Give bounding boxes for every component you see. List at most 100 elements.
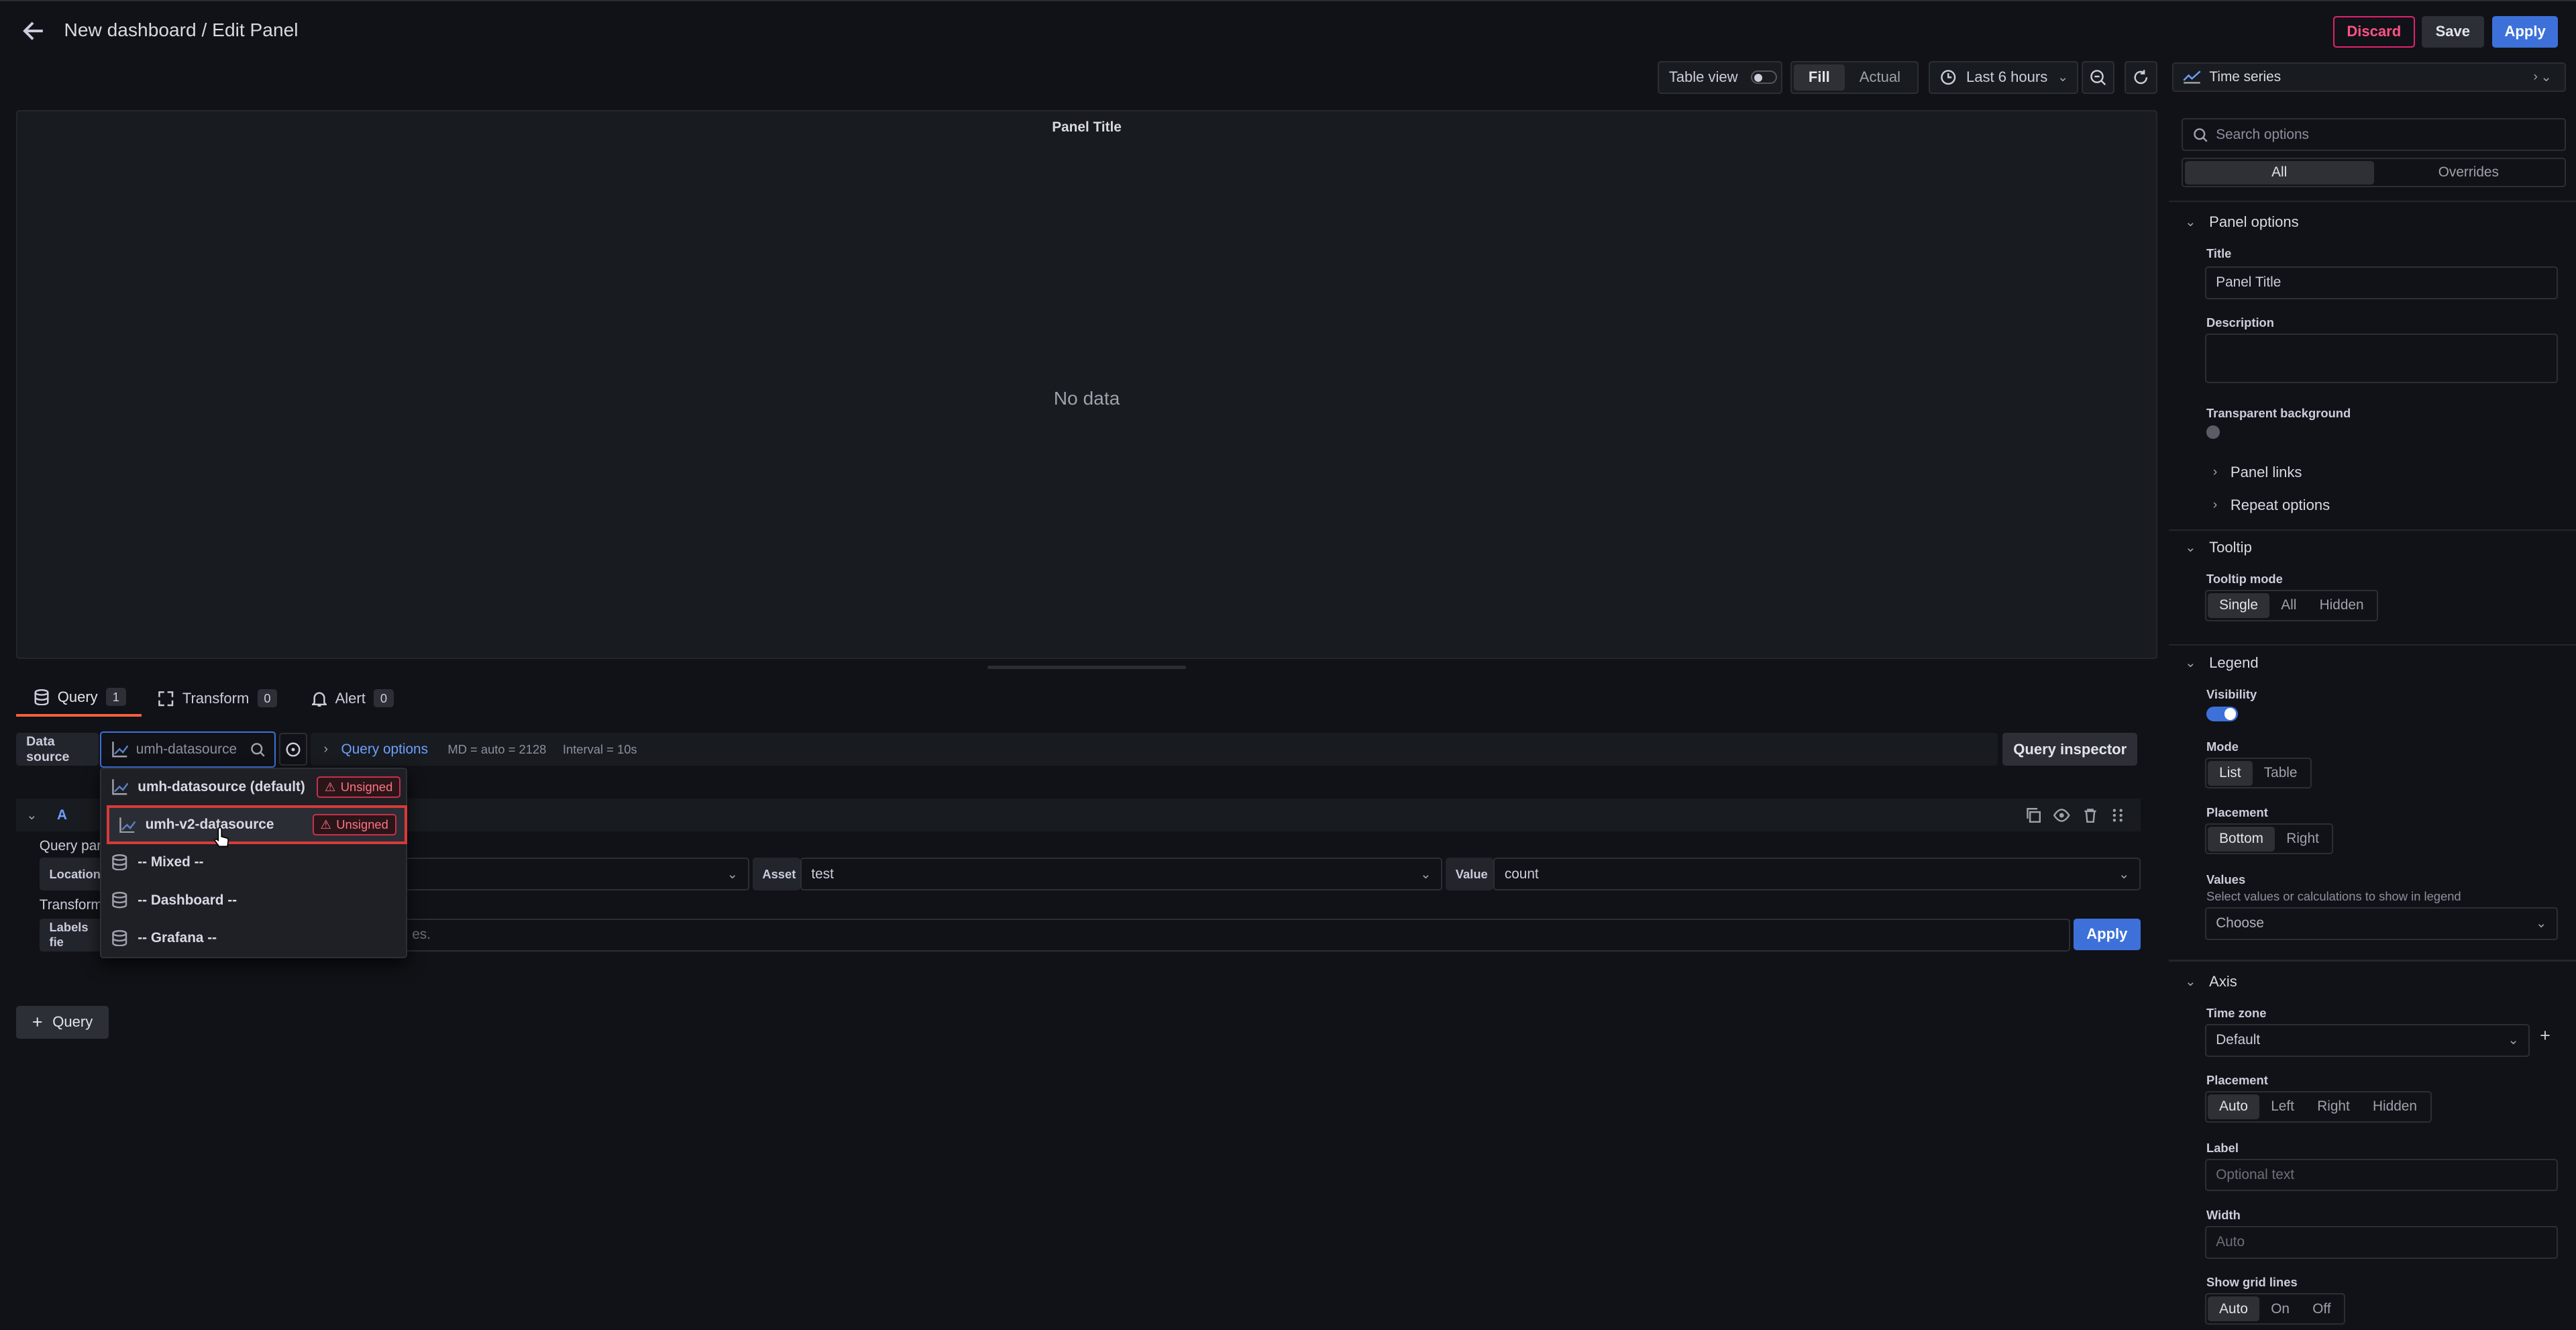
fill-option[interactable]: Fill — [1793, 64, 1845, 91]
max-data-points: MD = auto = 2128 — [447, 741, 547, 756]
help-icon[interactable] — [279, 733, 307, 766]
transparent-background-switch[interactable] — [2206, 425, 2220, 439]
editor-tabs: Query 1 Transform 0 Alert 0 — [16, 680, 2157, 717]
grid-off-option[interactable]: Off — [2301, 1296, 2343, 1321]
chevron-down-icon: ⌄ — [2540, 70, 2552, 85]
add-query-button[interactable]: + Query — [16, 1005, 109, 1039]
tab-overrides[interactable]: Overrides — [2374, 161, 2563, 185]
transform-label: Transform — [39, 897, 103, 913]
datasource-dropdown: umh-datasource (default) ⚠ Unsigned umh-v… — [100, 767, 409, 958]
table-view-switch[interactable] — [1751, 70, 1778, 84]
apply-query-button[interactable]: Apply — [2073, 918, 2141, 950]
time-zone-label: Time zone — [2206, 1005, 2267, 1020]
value-select[interactable]: count ⌄ — [1493, 858, 2141, 891]
actual-option[interactable]: Actual — [1845, 68, 1915, 86]
trash-icon[interactable] — [2083, 808, 2098, 823]
axis-width-input[interactable]: Auto — [2204, 1225, 2559, 1259]
back-arrow-icon[interactable] — [21, 19, 44, 42]
unsigned-badge: ⚠ Unsigned — [312, 814, 396, 835]
datasource-option[interactable]: -- Dashboard -- — [101, 882, 409, 919]
fill-actual-toggle: Fill Actual — [1790, 60, 1919, 94]
title-input[interactable]: Panel Title — [2204, 266, 2559, 299]
drag-handle-icon[interactable] — [2111, 808, 2125, 823]
panel-options-section[interactable]: ⌄ Panel options — [2185, 213, 2299, 231]
options-pane: Time series ⌄ › Search options All Overr… — [2168, 62, 2576, 1330]
tooltip-section[interactable]: ⌄ Tooltip — [2185, 539, 2252, 556]
tab-transform[interactable]: Transform 0 — [158, 680, 278, 717]
sidebar-splitter[interactable] — [2158, 62, 2169, 1330]
datasource-option-selected[interactable]: umh-v2-datasource ⚠ Unsigned — [106, 805, 407, 845]
legend-bottom-option[interactable]: Bottom — [2207, 826, 2275, 852]
datasource-logo-icon — [119, 817, 136, 833]
repeat-options-section[interactable]: › Repeat options — [2213, 497, 2330, 514]
chevron-down-icon: ⌄ — [1420, 866, 1432, 882]
table-view-toggle[interactable]: Table view — [1658, 60, 1783, 94]
values-select[interactable]: Choose ⌄ — [2204, 907, 2559, 940]
chevron-right-icon[interactable]: › — [2533, 67, 2538, 85]
values-label: Values — [2206, 872, 2246, 887]
tooltip-hidden-option[interactable]: Hidden — [2308, 593, 2375, 618]
axis-label-input[interactable]: Optional text — [2204, 1158, 2559, 1192]
datasource-option[interactable]: -- Grafana -- — [101, 920, 409, 956]
unsigned-badge: ⚠ Unsigned — [317, 776, 401, 798]
legend-section[interactable]: ⌄ Legend — [2185, 654, 2259, 672]
query-options-link[interactable]: Query options — [341, 741, 428, 758]
time-range-picker[interactable]: Last 6 hours ⌄ — [1929, 60, 2078, 94]
chevron-down-icon: ⌄ — [2118, 866, 2130, 882]
axis-left-option[interactable]: Left — [2259, 1094, 2306, 1119]
datasource-logo-icon — [111, 778, 128, 795]
legend-table-option[interactable]: Table — [2253, 761, 2309, 786]
eye-icon[interactable] — [2053, 808, 2070, 823]
axis-right-option[interactable]: Right — [2306, 1094, 2361, 1119]
labels-field-hint: es. — [412, 927, 431, 943]
tooltip-single-option[interactable]: Single — [2207, 593, 2270, 618]
database-icon — [111, 892, 127, 909]
legend-mode-radio: List Table — [2204, 757, 2312, 789]
time-range-label: Last 6 hours — [1966, 68, 2048, 86]
add-time-zone-icon[interactable]: + — [2540, 1025, 2551, 1046]
legend-list-option[interactable]: List — [2207, 760, 2253, 786]
query-ref-id: A — [56, 807, 67, 823]
zoom-out-icon[interactable] — [2081, 60, 2114, 94]
resize-handle[interactable] — [987, 665, 1187, 669]
clock-icon — [1940, 69, 1956, 85]
axis-hidden-option[interactable]: Hidden — [2361, 1094, 2428, 1119]
legend-visibility-switch[interactable] — [2206, 707, 2238, 722]
tab-alert[interactable]: Alert 0 — [312, 680, 394, 717]
datasource-option[interactable]: umh-datasource (default) ⚠ Unsigned — [101, 769, 409, 805]
asset-select[interactable]: test ⌄ — [800, 858, 1443, 891]
apply-button[interactable]: Apply — [2492, 16, 2559, 48]
mode-label: Mode — [2206, 739, 2239, 754]
query-inspector-button[interactable]: Query inspector — [2002, 733, 2138, 766]
discard-button[interactable]: Discard — [2332, 16, 2416, 48]
tooltip-all-option[interactable]: All — [2269, 593, 2308, 618]
search-options-input[interactable]: Search options — [2182, 118, 2567, 152]
legend-right-option[interactable]: Right — [2275, 827, 2330, 852]
panel-preview[interactable]: Panel Title No data — [16, 110, 2157, 660]
chevron-down-icon: ⌄ — [2508, 1033, 2519, 1048]
datasource-option[interactable]: -- Mixed -- — [101, 844, 409, 880]
chevron-right-icon: › — [323, 741, 328, 757]
tab-query[interactable]: Query 1 — [16, 680, 142, 717]
interval-text: Interval = 10s — [562, 741, 637, 756]
query-options-bar[interactable]: › Query options MD = auto = 2128 Interva… — [310, 733, 1998, 766]
tab-all[interactable]: All — [2184, 160, 2374, 185]
grid-lines-radio: Auto On Off — [2204, 1293, 2346, 1325]
refresh-icon[interactable] — [2124, 60, 2157, 94]
visualization-picker[interactable]: Time series ⌄ — [2171, 62, 2567, 93]
duplicate-icon[interactable] — [2026, 807, 2041, 823]
time-zone-select[interactable]: Default ⌄ — [2204, 1023, 2530, 1057]
axis-auto-option[interactable]: Auto — [2207, 1094, 2260, 1119]
database-icon — [111, 854, 127, 871]
description-textarea[interactable] — [2204, 334, 2559, 383]
values-description: Select values or calculations to show in… — [2206, 888, 2461, 903]
axis-section[interactable]: ⌄ Axis — [2185, 973, 2237, 990]
query-params-label: Query par — [39, 837, 102, 854]
warning-icon: ⚠ — [320, 817, 331, 831]
panel-links-section[interactable]: › Panel links — [2213, 464, 2302, 481]
grid-on-option[interactable]: On — [2259, 1296, 2301, 1321]
grid-lines-label: Show grid lines — [2206, 1275, 2298, 1290]
datasource-picker[interactable]: umh-datasource — [100, 731, 276, 768]
grid-auto-option[interactable]: Auto — [2207, 1296, 2260, 1321]
save-button[interactable]: Save — [2421, 16, 2484, 48]
